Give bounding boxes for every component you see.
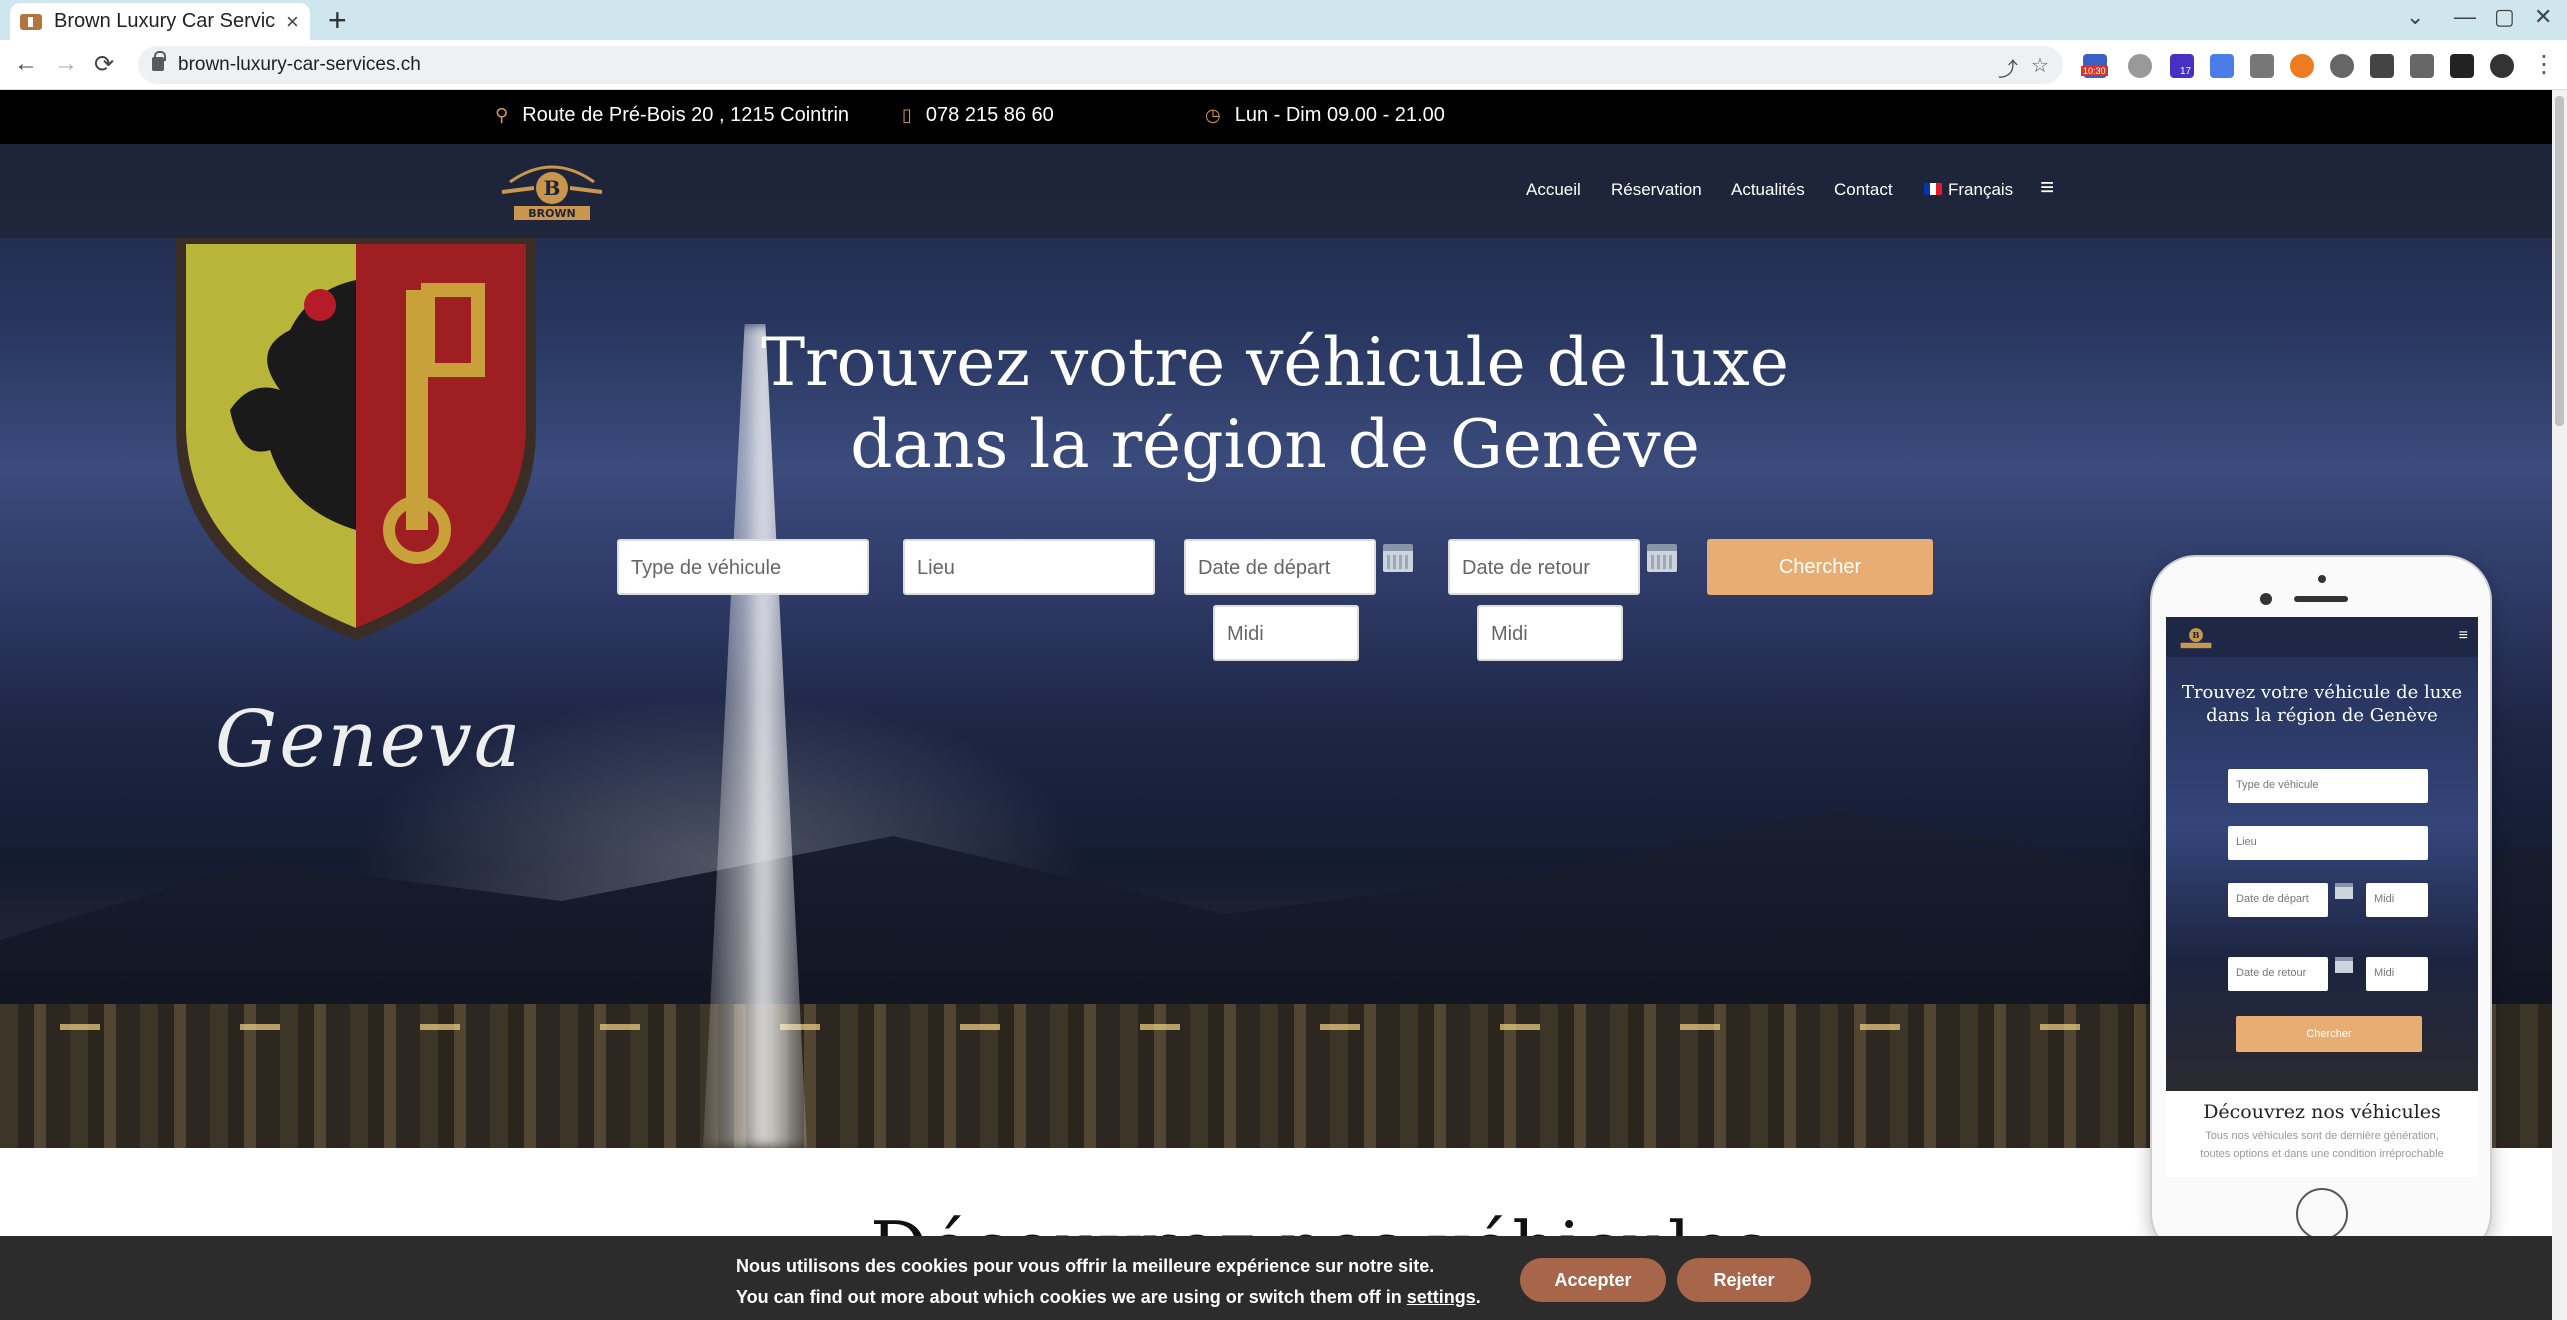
return-calendar-icon[interactable] <box>1647 544 1677 572</box>
language-label: Français <box>1948 180 2014 199</box>
extensions-puzzle-icon[interactable] <box>2370 54 2394 78</box>
share-icon[interactable]: ⤴ <box>1998 53 2018 82</box>
nav-item-actualites[interactable]: Actualités <box>1731 180 1805 200</box>
phone-text[interactable]: 078 215 86 60 <box>926 104 1054 127</box>
tab-title: Brown Luxury Car Service <box>54 10 276 32</box>
browser-tab-active[interactable]: Brown Luxury Car Service × <box>10 3 310 40</box>
forward-button[interactable]: → <box>54 50 78 78</box>
return-time-select[interactable]: Midi <box>1477 605 1623 661</box>
contact-topbar: ⚲ Route de Pré-Bois 20 , 1215 Cointrin ▯… <box>0 90 2552 144</box>
site-header: B BROWN Accueil Réservation Actualités C… <box>0 144 2552 238</box>
mobile-hamburger-icon: ≡ <box>2458 627 2468 644</box>
search-button[interactable]: Chercher <box>1707 539 1933 595</box>
language-switcher[interactable]: Français <box>1924 180 2013 200</box>
mobile-search-button: Chercher <box>2236 1016 2422 1052</box>
mobile-logo: B <box>2180 628 2212 649</box>
mobile-location-input: Lieu <box>2228 826 2428 860</box>
window-close-button[interactable]: ✕ <box>2534 4 2552 30</box>
departure-date-input[interactable]: Date de départ <box>1184 539 1376 595</box>
lock-icon[interactable] <box>152 51 166 71</box>
new-tab-button[interactable]: + <box>328 2 347 39</box>
bookmark-star-icon[interactable]: ☆ <box>2031 53 2049 78</box>
hero-title-line2: dans la région de Genève <box>850 406 1700 483</box>
side-panel-icon[interactable] <box>2450 54 2474 78</box>
extension-w-icon[interactable] <box>2250 54 2274 78</box>
extension-home-icon[interactable]: 17 <box>2170 54 2194 78</box>
mobile-return-date-input: Date de retour <box>2228 957 2328 991</box>
mobile-section-title: Découvrez nos véhicules <box>2203 1101 2441 1123</box>
site-favicon-icon <box>20 13 42 30</box>
address-text: Route de Pré-Bois 20 , 1215 Cointrin <box>522 104 850 126</box>
cookie-banner: Nous utilisons des cookies pour vous off… <box>0 1236 2552 1320</box>
mobile-preview-phone: B ≡ Trouvez votre véhicule de luxe dans … <box>2150 555 2492 1259</box>
mobile-section-text-1: Tous nos véhicules sont de dernière géné… <box>2205 1130 2439 1142</box>
departure-time-select[interactable]: Midi <box>1213 605 1359 661</box>
extension-translate-icon[interactable] <box>2210 54 2234 78</box>
mobile-return-time-select: Midi <box>2366 957 2428 991</box>
topbar-address: ⚲ Route de Pré-Bois 20 , 1215 Cointrin <box>495 104 849 127</box>
phone-icon: ▯ <box>902 105 912 125</box>
nav-item-accueil[interactable]: Accueil <box>1526 180 1581 200</box>
window-restore-button[interactable]: ▢ <box>2494 4 2515 30</box>
mobile-departure-time-select: Midi <box>2366 883 2428 917</box>
browser-tab-strip: Brown Luxury Car Service × + ⌄ — ▢ ✕ <box>0 0 2567 40</box>
return-date-input[interactable]: Date de retour <box>1448 539 1640 595</box>
profile-avatar[interactable] <box>2490 54 2514 78</box>
mobile-section-text-2: toutes options et dans une condition irr… <box>2200 1148 2444 1160</box>
geneva-coat-of-arms-image <box>176 236 536 640</box>
clock-icon: ◷ <box>1205 105 1221 125</box>
topbar-phone[interactable]: ▯ 078 215 86 60 <box>902 104 1054 127</box>
french-flag-icon <box>1924 183 1942 195</box>
cookie-reject-button[interactable]: Rejeter <box>1677 1258 1811 1302</box>
departure-calendar-icon[interactable] <box>1383 544 1413 572</box>
geneva-script-text: Geneva <box>215 695 523 785</box>
back-button[interactable]: ← <box>14 50 38 78</box>
address-bar[interactable]: brown-luxury-car-services.ch ⤴ ☆ <box>138 46 2063 84</box>
hours-text: Lun - Dim 09.00 - 21.00 <box>1234 104 1445 126</box>
location-input[interactable]: Lieu <box>903 539 1155 595</box>
reload-button[interactable]: ⟳ <box>94 50 114 79</box>
cookie-message: Nous utilisons des cookies pour vous off… <box>736 1256 1435 1276</box>
window-minimize-button[interactable]: — <box>2454 4 2476 30</box>
mobile-hero-title: Trouvez votre véhicule de luxe dans la r… <box>2181 682 2463 726</box>
svg-text:B: B <box>2192 630 2199 640</box>
mobile-preview-screen: B ≡ Trouvez votre véhicule de luxe dans … <box>2166 617 2478 1177</box>
page-scrollbar-thumb[interactable] <box>2555 96 2564 426</box>
map-pin-icon: ⚲ <box>495 105 509 125</box>
extension-slash-icon[interactable] <box>2330 54 2354 78</box>
hamburger-menu-icon[interactable]: ≡ <box>2040 174 2054 202</box>
svg-text:B: B <box>544 176 561 200</box>
hero-title: Trouvez votre véhicule de luxe dans la r… <box>700 322 1850 486</box>
browser-menu-icon[interactable]: ⋮ <box>2532 50 2556 79</box>
mobile-vehicle-type-input: Type de véhicule <box>2228 769 2428 803</box>
extension-clock-icon[interactable]: 10:30 <box>2081 54 2108 78</box>
browser-toolbar: ← → ⟳ brown-luxury-car-services.ch ⤴ ☆ 1… <box>0 40 2567 90</box>
nav-item-contact[interactable]: Contact <box>1834 180 1893 200</box>
cookie-settings-link[interactable]: settings <box>1407 1287 1476 1307</box>
svg-text:BROWN: BROWN <box>528 207 576 220</box>
hero-title-line1: Trouvez votre véhicule de luxe <box>761 324 1789 401</box>
url-text[interactable]: brown-luxury-car-services.ch <box>178 54 421 76</box>
extension-camera-icon[interactable] <box>2128 54 2152 78</box>
mobile-vehicles-section: Découvrez nos véhicules Tous nos véhicul… <box>2166 1091 2478 1177</box>
mobile-header: B ≡ <box>2166 617 2478 657</box>
mobile-departure-calendar-icon <box>2335 883 2353 899</box>
mobile-return-calendar-icon <box>2335 957 2353 973</box>
topbar-hours: ◷ Lun - Dim 09.00 - 21.00 <box>1205 104 1445 127</box>
tab-close-icon[interactable]: × <box>286 9 299 35</box>
mobile-departure-date-input: Date de départ <box>2228 883 2328 917</box>
nav-item-reservation[interactable]: Réservation <box>1611 180 1702 200</box>
cookie-accept-button[interactable]: Accepter <box>1520 1258 1666 1302</box>
cookie-settings-line: You can find out more about which cookie… <box>736 1287 1481 1307</box>
tab-search-chevron-icon[interactable]: ⌄ <box>2406 4 2424 30</box>
extension-orange-icon[interactable] <box>2290 54 2314 78</box>
phone-home-button <box>2296 1188 2348 1240</box>
vehicle-type-input[interactable]: Type de véhicule <box>617 539 869 595</box>
reading-list-icon[interactable] <box>2410 54 2434 78</box>
brown-logo[interactable]: B BROWN <box>500 158 604 228</box>
